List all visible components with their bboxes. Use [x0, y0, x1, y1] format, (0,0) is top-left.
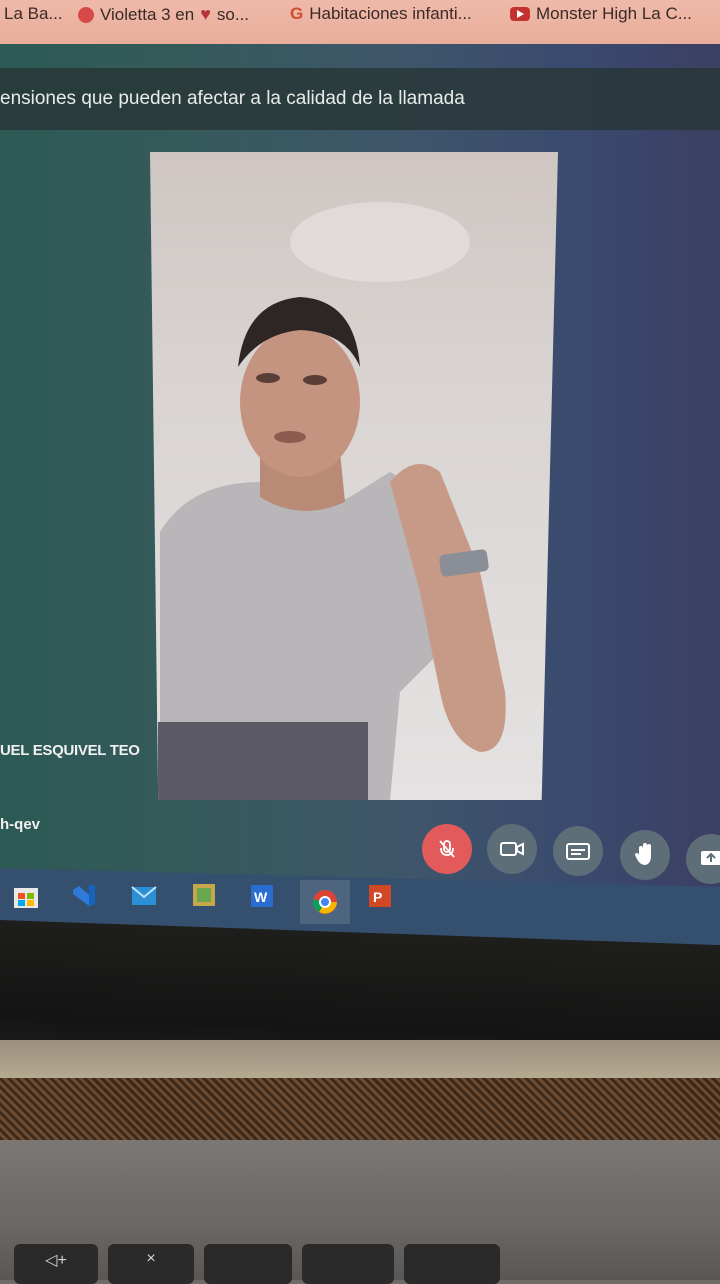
word-icon[interactable]: W — [244, 878, 280, 912]
bookmark-habitaciones[interactable]: G Habitaciones infanti... — [290, 4, 472, 24]
bookmark-label-suffix: so... — [216, 4, 250, 24]
youtube-icon — [510, 7, 530, 21]
person-photo — [158, 202, 506, 800]
svg-text:W: W — [254, 889, 268, 905]
bookmarks-bar: La Ba... Violetta 3 en ♥ so... G Habitac… — [0, 0, 720, 44]
meeting-code: h-qev — [0, 816, 41, 833]
youtube-icon — [78, 6, 94, 23]
bookmark-label: Habitaciones infanti... — [309, 4, 472, 23]
visual-studio-icon[interactable] — [66, 878, 102, 912]
participant-video[interactable] — [150, 152, 558, 800]
bookmark-violetta[interactable]: Violetta 3 en ♥ so... — [78, 4, 249, 25]
bookmark-label: La Ba... — [4, 4, 63, 23]
raise-hand-button[interactable] — [620, 830, 670, 880]
warning-text: ensiones que pueden afectar a la calidad… — [0, 88, 465, 109]
captions-button[interactable] — [553, 826, 603, 876]
store-icon[interactable] — [8, 878, 44, 912]
mute-microphone-button[interactable] — [422, 824, 472, 874]
heart-icon: ♥ — [200, 4, 211, 24]
participant-name: UEL ESQUIVEL TEO — [0, 742, 140, 759]
bookmark-la-ba[interactable]: La Ba... — [4, 4, 63, 24]
bookmark-label: Monster High La C... — [536, 4, 692, 23]
speaker-grille — [0, 1078, 720, 1144]
mail-icon[interactable] — [126, 878, 162, 912]
volume-key[interactable]: ◁+ — [14, 1244, 98, 1284]
captions-icon — [566, 843, 590, 860]
camera-icon — [500, 842, 524, 856]
mute-key[interactable]: × — [108, 1244, 194, 1284]
keyboard-key[interactable] — [404, 1244, 500, 1284]
bookmark-monster-high[interactable]: Monster High La C... — [510, 4, 692, 24]
svg-text:P: P — [373, 889, 382, 905]
bookmark-label: Violetta 3 en — [100, 4, 195, 24]
photos-icon[interactable] — [186, 878, 222, 912]
keyboard-key[interactable] — [302, 1244, 394, 1284]
powerpoint-icon[interactable]: P — [362, 878, 398, 912]
chrome-icon[interactable] — [300, 880, 350, 924]
mic-off-icon — [439, 840, 455, 858]
camera-button[interactable] — [487, 824, 537, 874]
keyboard-key[interactable] — [204, 1244, 292, 1284]
present-icon — [701, 851, 720, 865]
google-icon: G — [290, 4, 304, 23]
hand-icon — [635, 843, 651, 865]
